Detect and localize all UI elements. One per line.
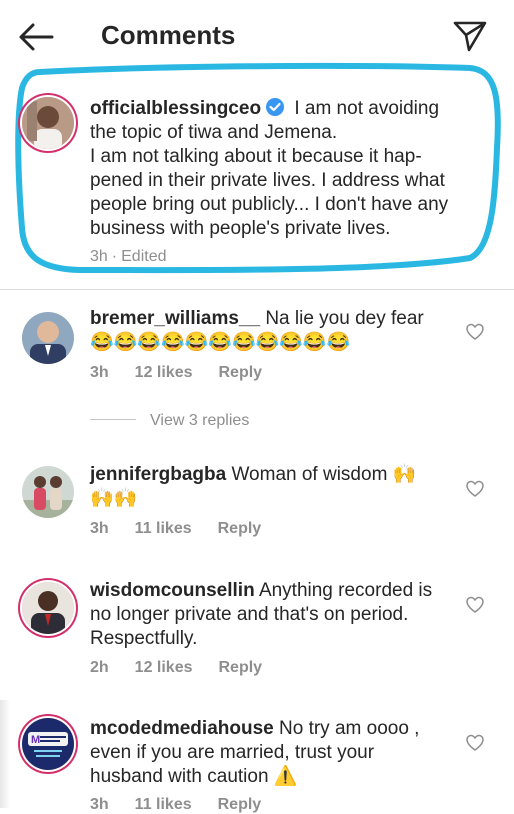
like-count[interactable]: 12 likes bbox=[135, 364, 193, 381]
caption-line: people bring out publicly... I don't hav… bbox=[90, 194, 449, 215]
heart-icon[interactable] bbox=[466, 596, 484, 614]
comment-line: even if you are married, trust your bbox=[90, 742, 375, 763]
caption-line: the topic of tiwa and Jemena. bbox=[90, 122, 338, 143]
comment-text: mcodedmediahouse No try am oooo , even i… bbox=[90, 717, 470, 789]
svg-text:M: M bbox=[31, 734, 40, 746]
timestamp: 3h bbox=[90, 796, 109, 813]
comment-line: 🙌🙌 bbox=[90, 488, 138, 509]
like-count[interactable]: 12 likes bbox=[135, 659, 193, 676]
view-replies-button[interactable]: View 3 replies bbox=[90, 412, 249, 430]
back-arrow-icon[interactable] bbox=[18, 22, 54, 52]
username[interactable]: officialblessingceo bbox=[90, 98, 261, 119]
page-title: Comments bbox=[101, 20, 236, 50]
comment-line: husband with caution ⚠️ bbox=[90, 766, 298, 787]
timestamp: 3h bbox=[90, 364, 109, 381]
timestamp: 3h bbox=[90, 248, 108, 265]
comment-line: Woman of wisdom 🙌 bbox=[231, 464, 417, 485]
avatar[interactable]: M bbox=[22, 718, 74, 770]
comment-line: 😂😂😂😂😂😂😂😂😂😂😂 bbox=[90, 332, 351, 353]
heart-icon[interactable] bbox=[466, 323, 484, 341]
comment-meta: 3h 11 likes Reply bbox=[90, 520, 287, 538]
caption-line: pened in their private lives. I address … bbox=[90, 170, 445, 191]
comment-line: Anything recorded is bbox=[258, 580, 433, 601]
like-count[interactable]: 11 likes bbox=[135, 520, 192, 537]
reply-button[interactable]: Reply bbox=[218, 796, 262, 813]
divider bbox=[0, 289, 514, 290]
comment-meta: 3h 11 likes Reply bbox=[90, 796, 287, 814]
separator: · bbox=[111, 248, 118, 265]
caption-line: business with people's private lives. bbox=[90, 218, 391, 239]
caption-text: officialblessingceo I am not avoiding th… bbox=[90, 97, 470, 241]
edge-shadow bbox=[0, 700, 10, 808]
avatar[interactable] bbox=[22, 582, 74, 634]
comment-meta: 3h 12 likes Reply bbox=[90, 364, 288, 382]
username[interactable]: mcodedmediahouse bbox=[90, 718, 274, 739]
avatar[interactable] bbox=[22, 97, 74, 149]
heart-icon[interactable] bbox=[466, 480, 484, 498]
comment-line: no longer private and that's on period. bbox=[90, 604, 409, 625]
timestamp: 2h bbox=[90, 659, 109, 676]
timestamp: 3h bbox=[90, 520, 109, 537]
comment-text: jennifergbagba Woman of wisdom 🙌 🙌🙌 bbox=[90, 463, 470, 511]
reply-button[interactable]: Reply bbox=[218, 520, 262, 537]
comment-meta: 2h 12 likes Reply bbox=[90, 659, 288, 677]
caption-meta: 3h · Edited bbox=[90, 248, 193, 266]
comment-line: No try am oooo , bbox=[279, 718, 420, 739]
username[interactable]: jennifergbagba bbox=[90, 464, 226, 485]
comment-text: wisdomcounsellin Anything recorded is no… bbox=[90, 579, 470, 651]
comment-line: Na lie you dey fear bbox=[265, 308, 424, 329]
username[interactable]: wisdomcounsellin bbox=[90, 580, 255, 601]
reply-button[interactable]: Reply bbox=[219, 659, 263, 676]
edited-label: Edited bbox=[121, 248, 167, 265]
heart-icon[interactable] bbox=[466, 734, 484, 752]
replies-line bbox=[90, 419, 136, 420]
like-count[interactable]: 11 likes bbox=[135, 796, 192, 813]
header-bar: Comments bbox=[0, 0, 514, 72]
username[interactable]: bremer_williams__ bbox=[90, 308, 260, 329]
view-replies-label: View 3 replies bbox=[150, 412, 250, 429]
caption-line: I am not avoiding bbox=[294, 98, 440, 119]
caption-line: I am not talking about it because it hap… bbox=[90, 146, 422, 167]
avatar[interactable] bbox=[22, 312, 74, 364]
reply-button[interactable]: Reply bbox=[219, 364, 263, 381]
comment-text: bremer_williams__ Na lie you dey fear 😂😂… bbox=[90, 307, 470, 355]
avatar[interactable] bbox=[22, 466, 74, 518]
verified-badge-icon bbox=[266, 98, 285, 116]
comment-line: Respectfully. bbox=[90, 628, 198, 649]
send-icon[interactable] bbox=[452, 19, 488, 53]
